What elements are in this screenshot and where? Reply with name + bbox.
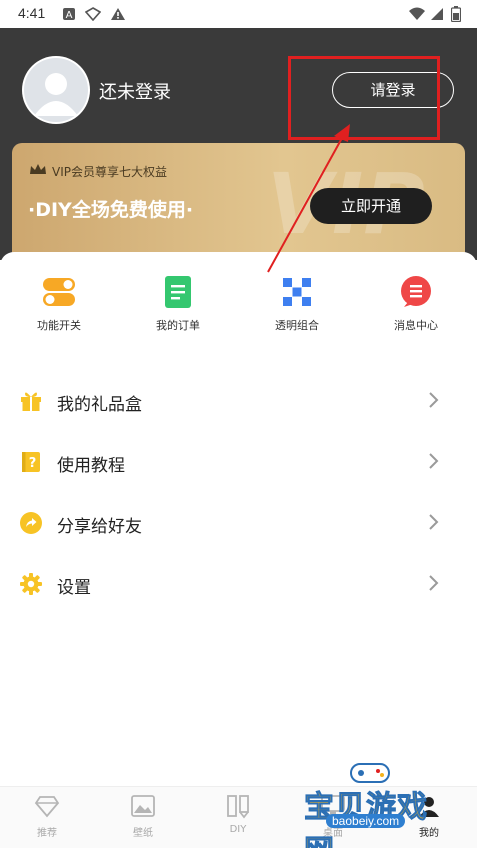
share-icon	[20, 512, 42, 534]
vip-activate-button[interactable]: 立即开通	[310, 188, 432, 224]
warning-icon	[110, 6, 126, 25]
quick-action-label: 消息中心	[394, 319, 438, 332]
vip-subtitle: VIP会员尊享七大权益	[52, 165, 167, 179]
shield-icon	[84, 6, 102, 25]
nav-item-diy[interactable]: DIY	[208, 793, 268, 835]
vip-card[interactable]: VIP VIP会员尊享七大权益 ·DIY全场免费使用· 立即开通	[12, 143, 465, 263]
svg-text:?: ?	[29, 456, 37, 471]
diy-icon	[225, 793, 251, 819]
menu-item-label: 分享给好友	[57, 517, 142, 537]
nav-item-wallpaper[interactable]: 壁纸	[113, 793, 173, 839]
quick-action-label: 我的订单	[156, 319, 200, 332]
main-panel: 功能开关 我的订单 透明组合 消息中心 我的礼品盒 ? 使用教程 分享给好友 设…	[0, 252, 477, 786]
picture-icon	[130, 793, 156, 819]
chevron-right-icon	[428, 452, 440, 470]
chevron-right-icon	[428, 513, 440, 531]
quick-action-message-center[interactable]: 消息中心	[366, 276, 466, 333]
message-icon	[400, 276, 432, 308]
gear-icon	[20, 573, 42, 595]
menu-item-share[interactable]: 分享给好友	[0, 498, 477, 548]
crown-icon	[29, 161, 47, 180]
menu-item-gift-box[interactable]: 我的礼品盒	[0, 376, 477, 426]
menu-item-label: 设置	[57, 578, 91, 598]
annotation-highlight-box	[288, 56, 440, 140]
signal-icon	[430, 6, 444, 25]
watermark-url: baobeiy.com	[326, 814, 406, 828]
menu-item-label: 我的礼品盒	[57, 395, 142, 415]
menu-item-settings[interactable]: 设置	[0, 559, 477, 609]
username-label[interactable]: 还未登录	[99, 78, 171, 104]
nav-item-label: 壁纸	[133, 828, 153, 839]
vip-title: ·DIY全场免费使用·	[28, 199, 194, 221]
gift-icon	[20, 390, 42, 412]
nav-item-recommend[interactable]: 推荐	[17, 793, 77, 839]
avatar-placeholder-icon	[24, 58, 88, 122]
battery-icon	[450, 6, 462, 26]
menu-item-tutorial[interactable]: ? 使用教程	[0, 437, 477, 487]
quick-action-orders[interactable]: 我的订单	[128, 276, 228, 333]
wifi-icon	[408, 6, 426, 25]
chevron-right-icon	[428, 574, 440, 592]
status-bar: 4:41 A	[0, 0, 477, 28]
tutorial-icon: ?	[20, 451, 42, 473]
order-icon	[162, 276, 194, 308]
a-notification-icon: A	[62, 6, 76, 25]
toggle-icon	[43, 276, 75, 308]
svg-text:A: A	[66, 10, 73, 21]
grid-combo-icon	[281, 276, 313, 308]
chevron-right-icon	[428, 391, 440, 409]
nav-item-label: 推荐	[37, 828, 57, 839]
diamond-icon	[34, 793, 60, 819]
site-watermark: 宝贝游戏网 baobeiy.com	[300, 756, 450, 848]
menu-item-label: 使用教程	[57, 456, 125, 476]
status-time: 4:41	[18, 5, 46, 21]
quick-action-label: 透明组合	[275, 319, 319, 332]
nav-item-label: DIY	[229, 824, 247, 835]
quick-action-label: 功能开关	[37, 319, 81, 332]
quick-action-feature-toggle[interactable]: 功能开关	[9, 276, 109, 333]
avatar[interactable]	[22, 56, 90, 124]
quick-action-transparent-combo[interactable]: 透明组合	[247, 276, 347, 333]
